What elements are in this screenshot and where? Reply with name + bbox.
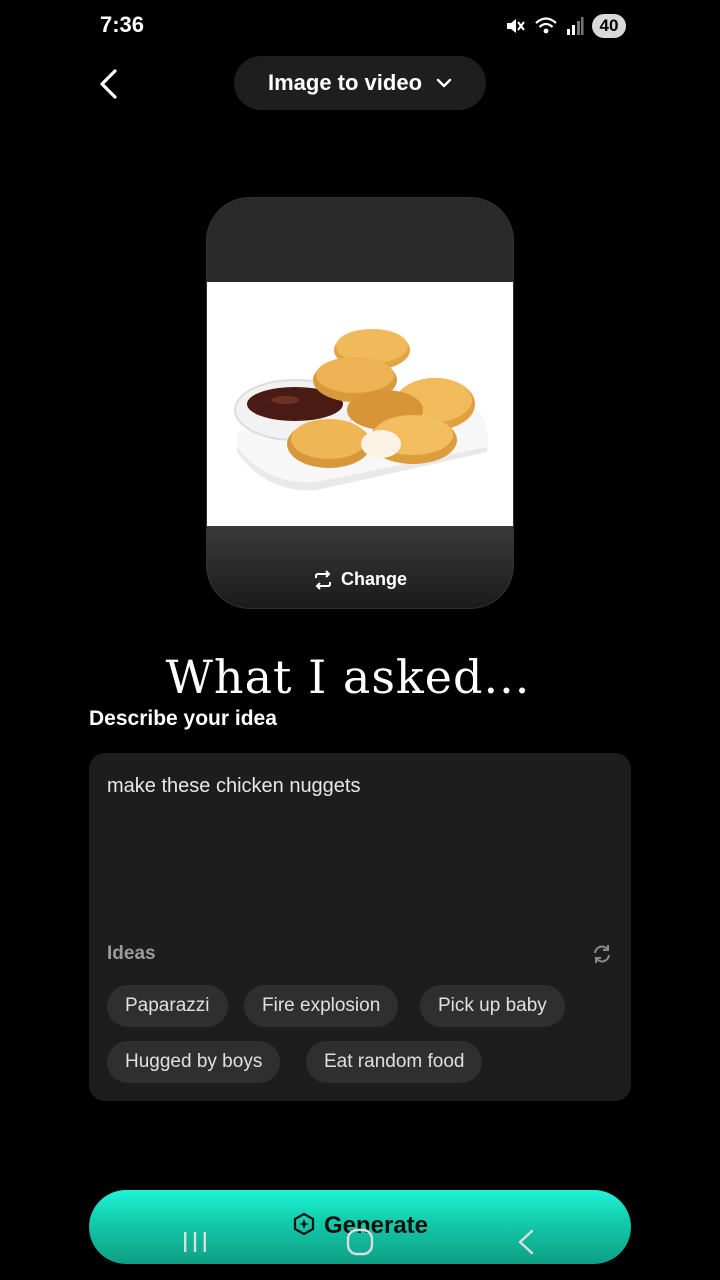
idea-chip-fire-explosion[interactable]: Fire explosion: [244, 985, 399, 1027]
image-card[interactable]: Change: [206, 197, 514, 609]
screen: 7:36 40 Image to video Change What I ask…: [0, 0, 720, 1280]
ideas-label: Ideas: [107, 943, 156, 964]
status-icons: 40: [504, 14, 626, 38]
chevron-down-icon: [436, 78, 452, 88]
back-button[interactable]: [92, 64, 124, 104]
status-time: 7:36: [100, 12, 145, 37]
generate-label: Generate: [323, 1212, 429, 1239]
mode-selector[interactable]: Image to video: [234, 56, 486, 110]
uploaded-image: [207, 282, 513, 526]
idea-chip-paparazzi[interactable]: Paparazzi: [107, 985, 228, 1027]
change-label: Change: [340, 569, 407, 589]
prompt-input[interactable]: make these chicken nuggets: [107, 775, 361, 798]
chicken-nuggets-image: [234, 329, 488, 491]
change-image-button[interactable]: Change: [207, 569, 513, 590]
chevron-left-icon: [100, 69, 117, 99]
idea-chip-pick-up-baby[interactable]: Pick up baby: [420, 985, 565, 1027]
mute-icon: [504, 15, 526, 37]
battery-indicator: 40: [592, 14, 626, 38]
idea-chip-eat-random-food[interactable]: Eat random food: [306, 1041, 483, 1083]
recent-apps-icon[interactable]: [182, 1228, 208, 1261]
signal-icon: [566, 16, 584, 36]
refresh-ideas-button[interactable]: [591, 943, 613, 965]
back-nav-icon[interactable]: [516, 1228, 536, 1261]
mode-label: Image to video: [267, 70, 423, 95]
overlay-caption: What I asked...: [165, 650, 531, 704]
swap-icon: [314, 569, 331, 590]
sparkle-hexagon-icon: [293, 1212, 315, 1236]
idea-chip-hugged-by-boys[interactable]: Hugged by boys: [107, 1041, 281, 1083]
wifi-icon: [534, 15, 558, 37]
describe-idea-label: Describe your idea: [89, 707, 277, 730]
home-icon[interactable]: [346, 1228, 374, 1261]
refresh-icon: [594, 945, 610, 963]
prompt-box: make these chicken nuggets Ideas Paparaz…: [89, 753, 631, 1101]
